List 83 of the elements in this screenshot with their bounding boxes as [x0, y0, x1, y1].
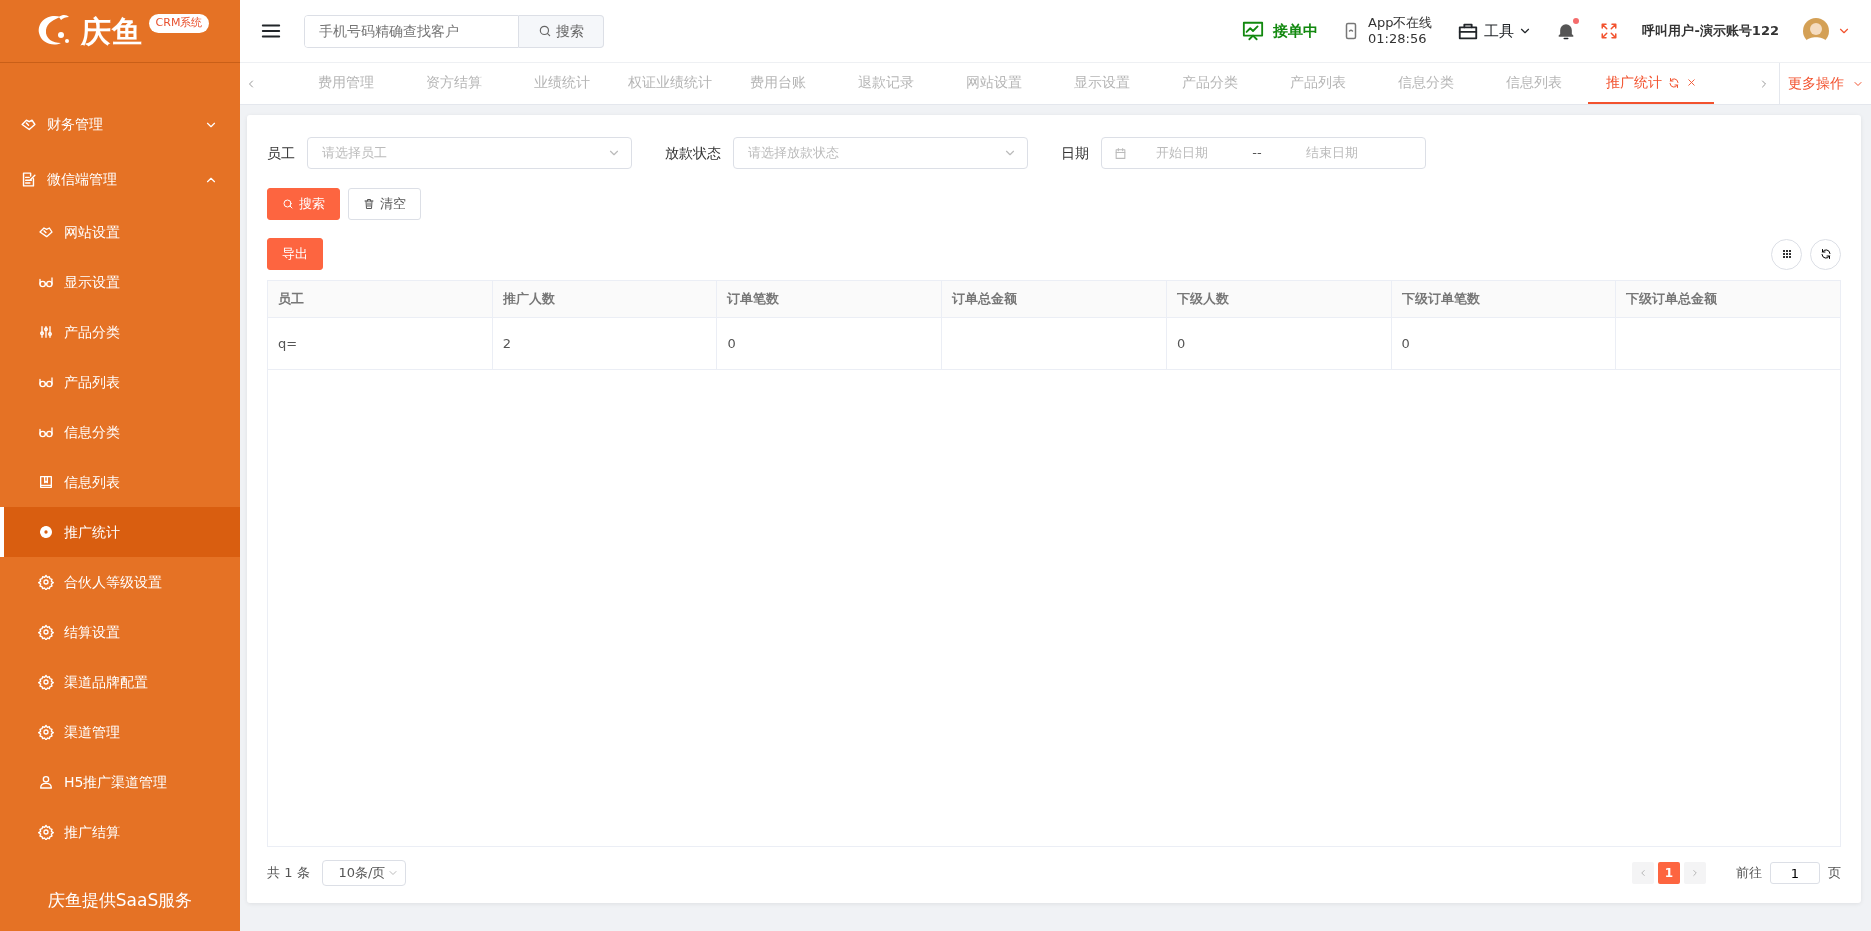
- column-header: 下级订单笔数: [1391, 281, 1617, 318]
- total-count: 共 1 条: [267, 864, 310, 883]
- sidebar-submenu-item[interactable]: 结算设置: [0, 607, 240, 657]
- order-status[interactable]: 接单中: [1273, 19, 1319, 43]
- sidebar-submenu-item[interactable]: 渠道管理: [0, 707, 240, 757]
- gear-icon: [38, 724, 54, 740]
- refresh-icon: [1819, 248, 1832, 260]
- sidebar-submenu-item[interactable]: 信息分类: [0, 407, 240, 457]
- avatar[interactable]: [1803, 18, 1829, 44]
- filter-label: 员工: [267, 143, 295, 163]
- sidebar-submenu-item[interactable]: 渠道品牌配置: [0, 657, 240, 707]
- table-cell: 2: [492, 318, 718, 370]
- table-cell: 0: [1391, 318, 1617, 370]
- search-icon: [282, 198, 294, 210]
- table-cell: q=: [268, 318, 493, 370]
- sidebar-submenu-item[interactable]: 合伙人等级设置: [0, 557, 240, 607]
- filter-label: 放款状态: [665, 143, 721, 163]
- select-field[interactable]: 请选择员工: [307, 137, 632, 169]
- app-time: 01:28:56: [1368, 31, 1428, 48]
- table-cell: 0: [1166, 318, 1392, 370]
- page-suffix: 页: [1828, 864, 1841, 883]
- gear-icon: [38, 674, 54, 690]
- search-button[interactable]: 搜索: [519, 14, 604, 48]
- sidebar-submenu-item[interactable]: 产品列表: [0, 357, 240, 407]
- chart-board-icon: [1241, 20, 1266, 42]
- sidebar-submenu-item[interactable]: 显示设置: [0, 257, 240, 307]
- logo-badge: CRM系统: [148, 14, 210, 33]
- logo-text: 庆鱼: [80, 12, 143, 51]
- fullscreen-button[interactable]: [1600, 22, 1619, 40]
- sidebar-submenu-item[interactable]: 网站设置: [0, 207, 240, 257]
- glasses-icon: [38, 274, 54, 290]
- search-button[interactable]: 搜索: [267, 188, 340, 220]
- refresh-button[interactable]: [1810, 238, 1841, 270]
- handshake-icon: [38, 224, 54, 240]
- column-header: 下级人数: [1166, 281, 1392, 318]
- column-settings-button[interactable]: [1771, 238, 1802, 270]
- page-size-select[interactable]: 10条/页: [321, 860, 406, 886]
- sidebar-submenu-item[interactable]: H5推广渠道管理: [0, 757, 240, 807]
- sidebar-submenu-item[interactable]: 推广结算: [0, 807, 240, 857]
- filter-label: 日期: [1061, 143, 1089, 163]
- column-header: 员工: [268, 281, 493, 318]
- search-icon: [538, 24, 552, 38]
- page-button[interactable]: 1: [1658, 862, 1680, 884]
- goto-label: 前往: [1736, 864, 1762, 883]
- calendar-icon: [1114, 146, 1127, 160]
- gear-icon: [38, 574, 54, 590]
- sidebar-menu-item[interactable]: 微信端管理: [0, 152, 240, 207]
- trash-icon: [363, 198, 375, 210]
- glasses-icon: [38, 424, 54, 440]
- refresh-icon: [1667, 76, 1680, 89]
- sliders-icon: [38, 324, 54, 340]
- sidebar-submenu-item[interactable]: 产品分类: [0, 307, 240, 357]
- user-name[interactable]: 呼叫用户-演示账号122: [1642, 21, 1779, 41]
- sidebar-submenu-item[interactable]: 推广统计: [0, 507, 240, 557]
- sidebar-submenu-item[interactable]: 信息列表: [0, 457, 240, 507]
- gear-icon: [38, 824, 54, 840]
- chevron-right-icon: [1690, 868, 1700, 878]
- person-icon: [38, 774, 54, 790]
- grid-icon: [1780, 248, 1793, 260]
- glasses-icon: [38, 374, 54, 390]
- gear-icon: [38, 624, 54, 640]
- column-header: 订单笔数: [717, 281, 943, 318]
- gear-icon: [38, 524, 54, 540]
- footer-text: 庆鱼提供SaaS服务: [46, 889, 194, 913]
- column-header: 订单总金额: [942, 281, 1167, 318]
- app-status: App不在线: [1368, 14, 1433, 31]
- tools-menu[interactable]: 工具: [1456, 19, 1533, 43]
- export-button[interactable]: 导出: [267, 238, 323, 270]
- book-icon: [38, 474, 54, 490]
- column-header: 推广人数: [492, 281, 718, 318]
- date-range-field[interactable]: 开始日期 -- 结束日期: [1101, 137, 1426, 169]
- select-field[interactable]: 请选择放款状态: [733, 137, 1028, 169]
- fullscreen-icon: [1600, 22, 1619, 40]
- search-field[interactable]: 手机号码精确查找客户: [304, 14, 519, 48]
- page-number-field[interactable]: 1: [1770, 862, 1820, 884]
- sidebar-menu-item[interactable]: 财务管理: [0, 97, 240, 152]
- document-edit-icon: [20, 171, 37, 188]
- column-header: 下级订单总金额: [1616, 281, 1841, 318]
- table-cell: 0: [717, 318, 943, 370]
- close-icon: [1685, 77, 1697, 88]
- chevron-left-icon: [1638, 868, 1648, 878]
- clear-button[interactable]: 清空: [348, 188, 421, 220]
- notification-button[interactable]: [1556, 21, 1577, 41]
